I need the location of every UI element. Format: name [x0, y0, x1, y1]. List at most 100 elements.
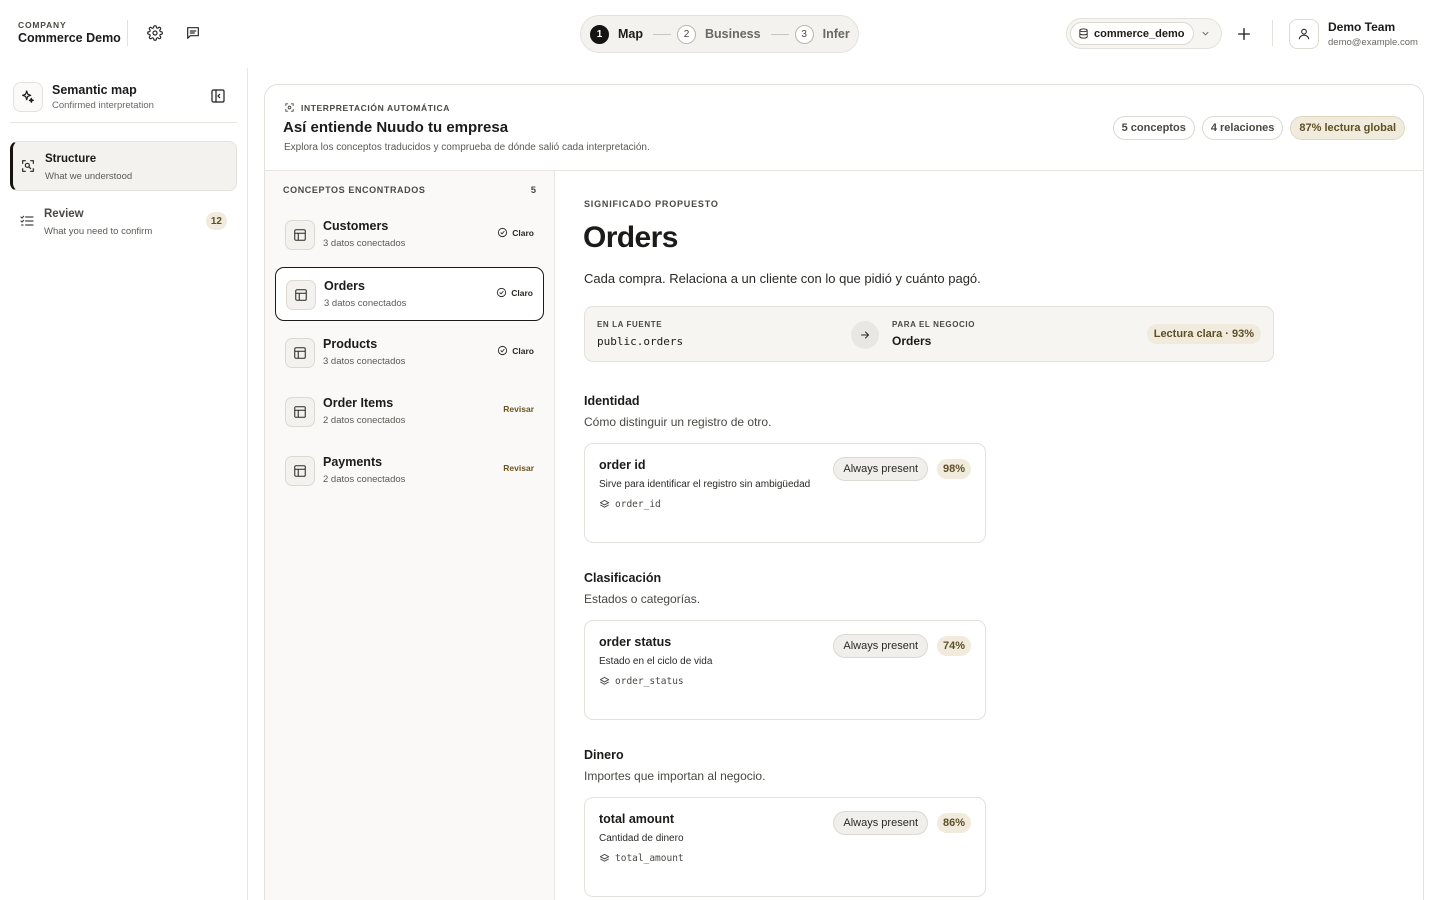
concept-item-payments[interactable]: Payments 2 datos conectados Revisar: [275, 444, 544, 498]
collapse-sidebar-icon[interactable]: [210, 88, 228, 106]
step-number: 3: [794, 24, 814, 44]
layers-icon: [599, 499, 610, 508]
concepts-heading: CONCEPTOS ENCONTRADOS: [283, 185, 426, 195]
presence-badge: Always present: [833, 634, 928, 658]
section-description: Importes que importan al negocio.: [584, 769, 766, 783]
status-text: Claro: [511, 287, 533, 298]
attribute-name: total amount: [599, 812, 674, 826]
card-header: INTERPRETACIÓN AUTOMÁTICA Así entiende N…: [265, 85, 1423, 171]
concept-item-products[interactable]: Products 3 datos conectados Claro: [275, 326, 544, 380]
step-connector: [653, 33, 671, 35]
message-icon[interactable]: [182, 22, 204, 44]
count-badge: 12: [205, 212, 227, 230]
attribute-card[interactable]: total amount Cantidad de dinero total_am…: [584, 797, 986, 897]
concept-detail: SIGNIFICADO PROPUESTO Orders Cada compra…: [556, 171, 1423, 900]
step-label: Business: [705, 27, 761, 41]
semantic-map-card: INTERPRETACIÓN AUTOMÁTICA Así entiende N…: [264, 84, 1424, 900]
step-map[interactable]: 1 Map: [590, 24, 643, 44]
section-title: Identidad: [584, 394, 640, 408]
sidebar-subtitle: Confirmed interpretation: [52, 100, 154, 111]
stats: 5 conceptos 4 relaciones 87% lectura glo…: [1112, 116, 1405, 140]
attribute-name: order id: [599, 458, 646, 472]
table-icon: [285, 397, 315, 427]
concept-title: Customers: [323, 219, 389, 233]
status-badge: Claro: [497, 345, 534, 356]
status-badge: Claro: [497, 227, 534, 238]
stat-global-reading: 87% lectura global: [1290, 116, 1405, 140]
detail-description: Cada compra. Relaciona a un cliente con …: [584, 271, 981, 286]
source-label: EN LA FUENTE: [597, 320, 663, 329]
check-circle-icon: [497, 287, 507, 298]
concept-subtitle: 2 datos conectados: [323, 415, 406, 426]
score-badge: 98%: [936, 459, 971, 479]
scan-icon: [284, 102, 295, 113]
column-name: total_amount: [615, 853, 684, 864]
sidebar-item-review[interactable]: Review What you need to confirm 12: [10, 197, 237, 247]
sidebar-item-structure[interactable]: Structure What we understood: [10, 141, 237, 191]
scan-icon: [20, 158, 36, 174]
presence-badge: Always present: [833, 457, 928, 481]
source-value: public.orders: [597, 335, 684, 348]
concepts-panel: CONCEPTOS ENCONTRADOS 5 Customers 3 dato…: [265, 171, 555, 900]
business-value: Orders: [892, 334, 932, 348]
company-label: COMPANY: [18, 20, 67, 30]
section-title: Dinero: [584, 748, 624, 762]
table-icon: [285, 338, 315, 368]
status-badge: Claro: [496, 287, 533, 298]
checklist-icon: [19, 213, 35, 229]
sidebar-header: Semantic map Confirmed interpretation: [10, 80, 237, 123]
attribute-description: Cantidad de dinero: [599, 833, 684, 844]
avatar[interactable]: [1289, 19, 1319, 49]
column-name: order_status: [615, 676, 684, 687]
detail-eyebrow: SIGNIFICADO PROPUESTO: [584, 199, 719, 209]
sidebar-title: Semantic map: [52, 83, 137, 97]
gear-icon[interactable]: [144, 22, 166, 44]
user-email: demo@example.com: [1328, 37, 1418, 48]
section-description: Estados o categorías.: [584, 592, 701, 606]
table-icon: [285, 456, 315, 486]
divider: [1272, 20, 1273, 46]
presence-badge: Always present: [833, 811, 928, 835]
check-circle-icon: [498, 227, 508, 238]
attribute-name: order status: [599, 635, 672, 649]
score-badge: 74%: [936, 636, 971, 656]
divider: [127, 20, 128, 46]
concept-item-order-items[interactable]: Order Items 2 datos conectados Revisar: [275, 385, 544, 439]
step-connector: [770, 33, 789, 35]
section-description: Cómo distinguir un registro de otro.: [584, 415, 772, 429]
top-bar: COMPANY Commerce Demo 1 Map 2 Business 3…: [0, 0, 1440, 68]
step-business[interactable]: 2 Business: [677, 24, 761, 44]
concept-item-customers[interactable]: Customers 3 datos conectados Claro: [275, 208, 544, 262]
concept-subtitle: 3 datos conectados: [323, 238, 406, 249]
step-label: Infer: [822, 27, 850, 41]
layers-icon: [599, 853, 610, 862]
attribute-card[interactable]: order status Estado en el ciclo de vida …: [584, 620, 986, 720]
sidebar-item-sublabel: What we understood: [45, 171, 133, 182]
step-number: 2: [677, 24, 696, 44]
layers-icon: [599, 676, 610, 685]
status-badge: Revisar: [503, 463, 534, 473]
concept-item-orders[interactable]: Orders 3 datos conectados Claro: [275, 267, 544, 321]
attribute-column: total_amount: [599, 853, 684, 864]
status-badge: Revisar: [503, 404, 534, 414]
step-number: 1: [590, 24, 609, 44]
source-mapping: EN LA FUENTE public.orders PARA EL NEGOC…: [584, 306, 1274, 362]
detail-title: Orders: [583, 221, 678, 254]
attribute-card[interactable]: order id Sirve para identificar el regis…: [584, 443, 986, 543]
concept-subtitle: 3 datos conectados: [323, 356, 406, 367]
database-selector[interactable]: commerce_demo: [1066, 18, 1222, 49]
table-icon: [285, 220, 315, 250]
table-icon: [286, 280, 316, 310]
workflow-stepper: 1 Map 2 Business 3 Infer: [580, 15, 859, 53]
attribute-column: order_id: [599, 499, 661, 510]
arrow-right-icon: [851, 321, 879, 349]
sparkle-icon: [13, 82, 43, 112]
stat-relations: 4 relaciones: [1201, 116, 1284, 140]
company-name[interactable]: Commerce Demo: [18, 31, 121, 45]
eyebrow-text: INTERPRETACIÓN AUTOMÁTICA: [301, 102, 450, 113]
step-infer[interactable]: 3 Infer: [794, 24, 850, 44]
add-button[interactable]: [1236, 26, 1252, 42]
score-badge: 86%: [936, 813, 971, 833]
concept-title: Payments: [323, 455, 383, 469]
step-label: Map: [618, 27, 643, 41]
